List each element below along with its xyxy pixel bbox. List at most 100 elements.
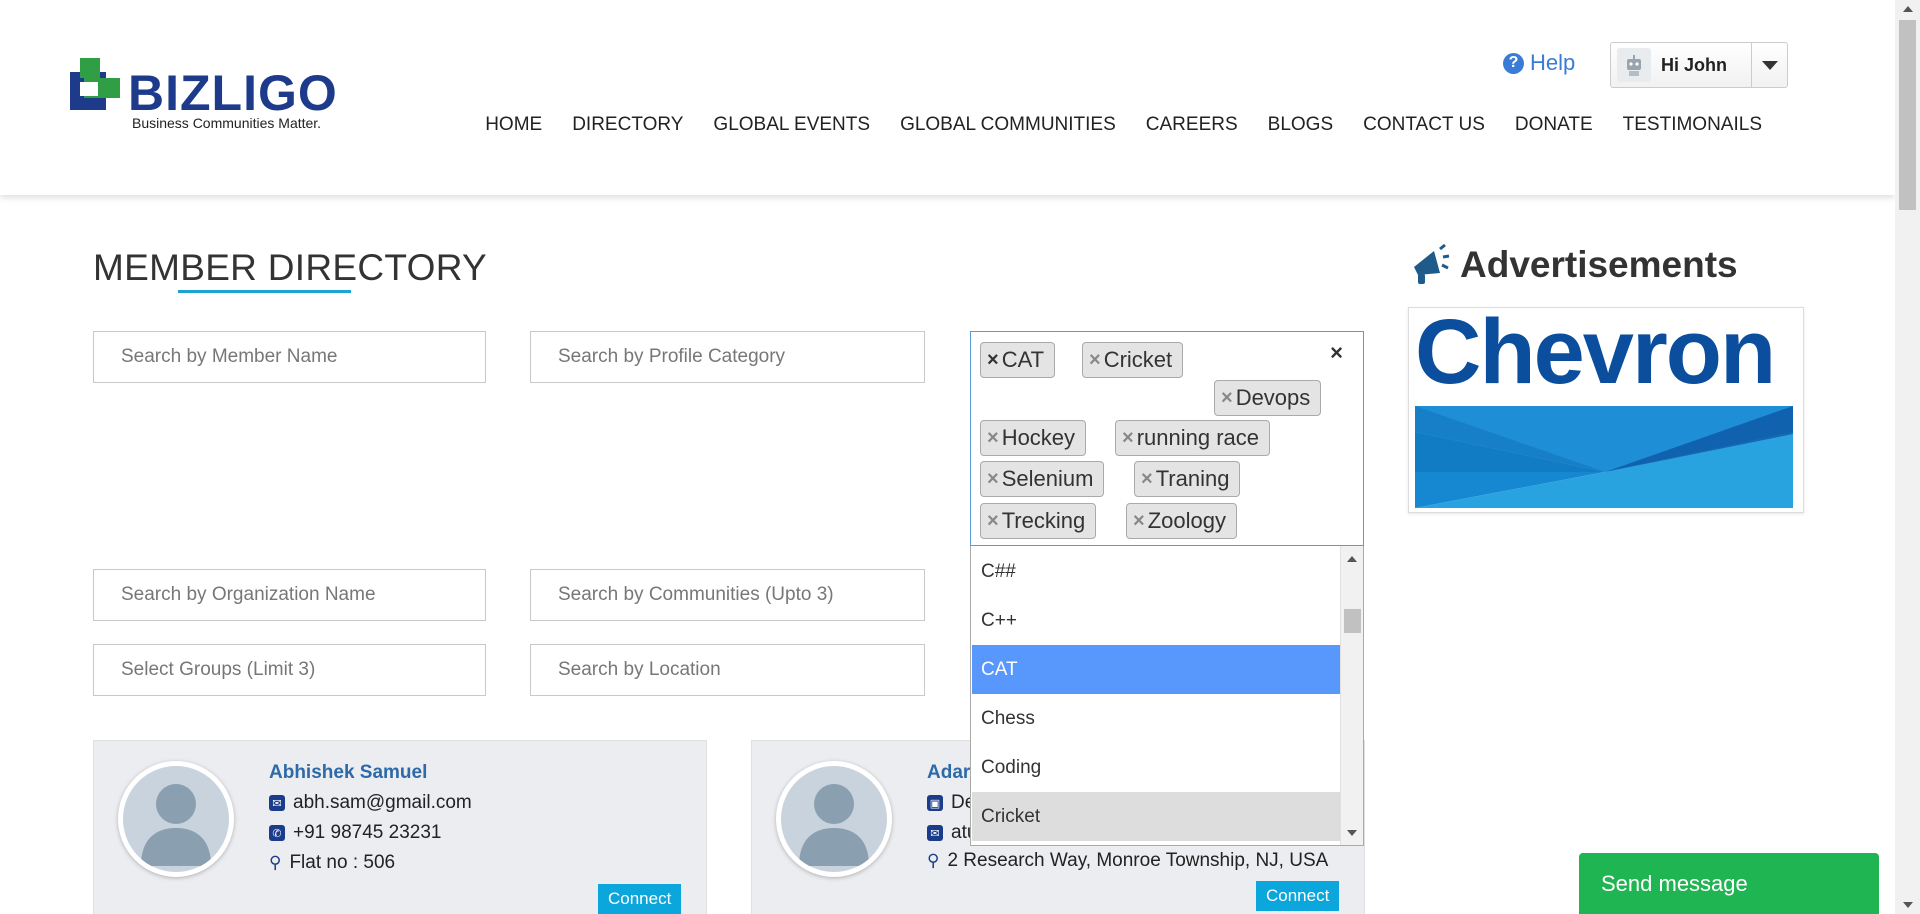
advertisements-title: Advertisements <box>1460 244 1738 285</box>
main-nav: HOME DIRECTORY GLOBAL EVENTS GLOBAL COMM… <box>485 114 1762 136</box>
remove-tag-icon[interactable]: × <box>1133 510 1145 533</box>
logo-tagline: Business Communities Matter. <box>132 115 322 131</box>
scroll-down-arrow-icon[interactable] <box>1347 830 1357 836</box>
member-email-text: abh.sam@gmail.com <box>293 792 472 813</box>
scroll-up-arrow-icon[interactable] <box>1347 556 1357 562</box>
member-name-link[interactable]: Adar <box>927 762 970 784</box>
page-scrollbar[interactable] <box>1895 0 1920 914</box>
tag-label: Selenium <box>1001 466 1094 491</box>
robot-avatar-icon <box>1627 55 1641 76</box>
groups-select-input[interactable] <box>93 644 486 696</box>
help-label: Help <box>1530 50 1576 75</box>
briefcase-icon: ▣ <box>927 795 943 811</box>
question-circle-icon: ? <box>1503 52 1524 74</box>
user-menu[interactable]: Hi John <box>1610 42 1788 88</box>
interests-multiselect[interactable]: × CAT × Cricket × × Devops × Hockey × running… <box>970 331 1364 546</box>
tag-label: Traning <box>1155 466 1230 491</box>
bizligo-logo-mark-icon <box>70 58 120 110</box>
tag-label: Devops <box>1235 385 1311 410</box>
caret-down-icon <box>1761 60 1778 70</box>
tag-label: CAT <box>1001 347 1045 372</box>
clear-all-icon[interactable]: × <box>1330 340 1343 366</box>
member-avatar[interactable] <box>118 761 234 877</box>
user-greeting: Hi John <box>1661 54 1727 75</box>
chevron-ad-banner[interactable]: Chevron <box>1408 307 1804 513</box>
dropdown-option-highlighted[interactable]: CAT <box>972 645 1340 694</box>
tag-running-race: × running race <box>1115 420 1270 456</box>
member-phone-text: +91 98745 23231 <box>293 822 442 843</box>
nav-home[interactable]: HOME <box>485 114 542 136</box>
megaphone-icon <box>1414 243 1450 284</box>
remove-tag-icon[interactable]: × <box>987 468 999 491</box>
tag-selenium: × Selenium <box>980 461 1105 497</box>
logo-wordmark: BIZLIGO <box>128 65 338 121</box>
member-email: ✉ abh.sam@gmail.com <box>269 792 472 814</box>
dropdown-scrollbar[interactable] <box>1340 546 1363 845</box>
scroll-down-arrow-icon[interactable] <box>1903 902 1913 908</box>
connect-button[interactable]: Connect <box>598 884 682 914</box>
tag-devops: × Devops <box>1214 380 1322 416</box>
nav-testimonials[interactable]: TESTIMONAILS <box>1623 114 1762 136</box>
send-message-chat-button[interactable]: Send message <box>1579 853 1879 914</box>
member-avatar[interactable] <box>776 761 892 877</box>
communities-search-input[interactable] <box>530 569 925 621</box>
map-marker-icon: ⚲ <box>927 851 940 870</box>
nav-contact-us[interactable]: CONTACT US <box>1363 114 1485 136</box>
tag-label: Trecking <box>1001 508 1086 533</box>
nav-careers[interactable]: CAREERS <box>1146 114 1238 136</box>
advertisements-heading: Advertisements <box>1408 243 1738 287</box>
help-link[interactable]: ? Help <box>1503 50 1575 76</box>
chevron-logo-icon <box>1415 406 1793 508</box>
dropdown-option[interactable]: Chess <box>972 694 1340 743</box>
dropdown-option[interactable]: Coding <box>972 743 1340 792</box>
page-scroll-thumb[interactable] <box>1899 20 1916 210</box>
member-address-text: 2 Research Way, Monroe Township, NJ, USA <box>947 850 1329 871</box>
member-address: ⚲ Flat no : 506 <box>269 852 395 874</box>
member-card: Abhishek Samuel ✉ abh.sam@gmail.com ✆ +9… <box>93 740 707 914</box>
default-user-icon <box>141 784 211 866</box>
default-user-icon <box>799 784 869 866</box>
dropdown-option[interactable]: C++ <box>972 596 1340 645</box>
tag-cricket: × Cricket <box>1082 342 1184 378</box>
member-name-link[interactable]: Abhishek Samuel <box>269 762 427 784</box>
title-underline <box>178 290 351 293</box>
dropdown-scroll-thumb[interactable] <box>1344 609 1361 633</box>
envelope-icon: ✉ <box>927 825 943 841</box>
tag-label: Hockey <box>1001 425 1076 450</box>
remove-tag-icon[interactable]: × <box>987 427 999 450</box>
remove-tag-icon[interactable]: × <box>1089 349 1101 372</box>
nav-global-events[interactable]: GLOBAL EVENTS <box>713 114 870 136</box>
tag-traning: × Traning <box>1134 461 1241 497</box>
organization-search-input[interactable] <box>93 569 486 621</box>
member-phone: ✆ +91 98745 23231 <box>269 822 441 844</box>
tag-cat: × CAT <box>980 342 1056 378</box>
nav-directory[interactable]: DIRECTORY <box>572 114 683 136</box>
user-avatar <box>1617 48 1651 82</box>
bizligo-logo[interactable]: BIZLIGO Business Communities Matter. <box>70 58 340 138</box>
tag-hockey: × Hockey <box>980 420 1087 456</box>
location-search-input[interactable] <box>530 644 925 696</box>
tag-zoology: × Zoology <box>1126 503 1237 539</box>
dropdown-option[interactable]: C## <box>972 547 1340 596</box>
envelope-icon: ✉ <box>269 795 285 811</box>
scroll-up-arrow-icon[interactable] <box>1903 6 1913 12</box>
nav-donate[interactable]: DONATE <box>1515 114 1593 136</box>
remove-tag-icon[interactable]: × <box>987 510 999 533</box>
dropdown-option-selected[interactable]: Cricket <box>972 792 1340 841</box>
page-title: MEMBER DIRECTORY <box>93 247 488 288</box>
nav-global-communities[interactable]: GLOBAL COMMUNITIES <box>900 114 1116 136</box>
user-menu-toggle[interactable] <box>1751 43 1787 87</box>
member-name-search-input[interactable] <box>93 331 486 383</box>
tag-label: Cricket <box>1103 347 1173 372</box>
phone-icon: ✆ <box>269 825 285 841</box>
map-marker-icon: ⚲ <box>269 853 282 872</box>
nav-blogs[interactable]: BLOGS <box>1268 114 1333 136</box>
tag-label: running race <box>1136 425 1259 450</box>
remove-tag-icon[interactable]: × <box>1122 427 1134 450</box>
profile-category-search-input[interactable] <box>530 331 925 383</box>
site-header: BIZLIGO Business Communities Matter. ? H… <box>0 0 1895 195</box>
remove-tag-icon[interactable]: × <box>1221 387 1233 410</box>
remove-tag-icon[interactable]: × <box>987 349 999 372</box>
remove-tag-icon[interactable]: × <box>1141 468 1153 491</box>
connect-button[interactable]: Connect <box>1256 881 1340 911</box>
